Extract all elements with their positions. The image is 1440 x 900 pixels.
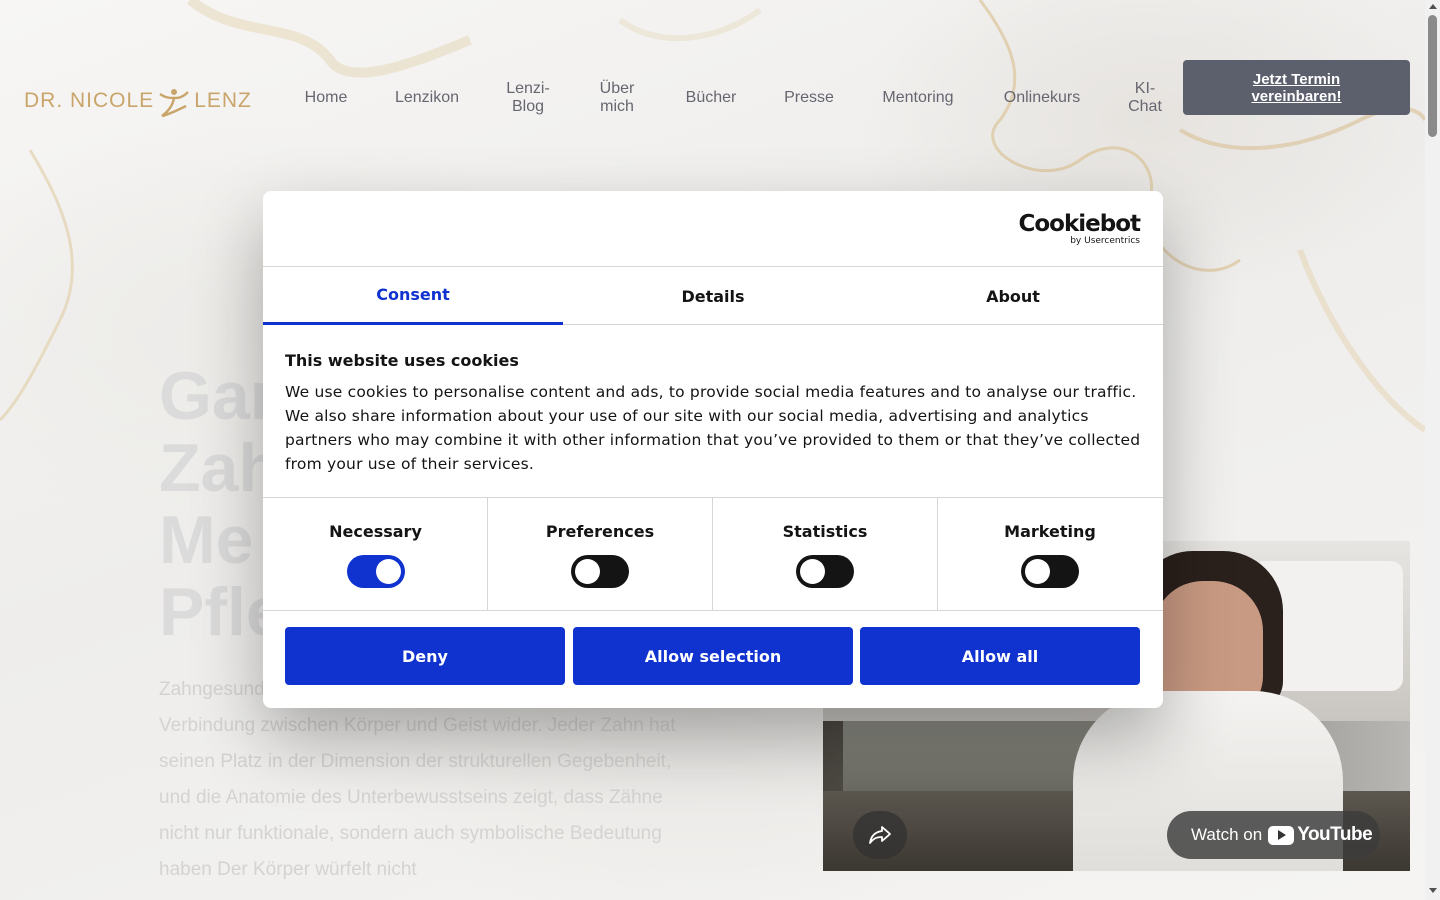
logo-text-right: LENZ bbox=[194, 89, 252, 112]
nav-onlinekurs[interactable]: Onlinekurs bbox=[992, 80, 1092, 116]
toggle-statistics-group: Statistics bbox=[712, 498, 937, 610]
share-icon bbox=[869, 826, 891, 844]
switch-knob bbox=[575, 559, 600, 584]
site-logo[interactable]: DR. NICOLE LENZ bbox=[24, 84, 252, 118]
nav-lenzi-blog[interactable]: Lenzi-Blog bbox=[496, 80, 560, 116]
allow-all-button[interactable]: Allow all bbox=[860, 627, 1140, 685]
toggle-preferences-label: Preferences bbox=[545, 522, 655, 541]
cookie-category-toggles: Necessary Preferences Statistics Marketi… bbox=[263, 498, 1163, 611]
nav-ki-chat[interactable]: KI-Chat bbox=[1120, 80, 1170, 116]
page-scrollbar[interactable] bbox=[1425, 0, 1440, 900]
deny-button[interactable]: Deny bbox=[285, 627, 565, 685]
scroll-thumb[interactable] bbox=[1428, 15, 1437, 137]
cookie-actions: Deny Allow selection Allow all bbox=[263, 611, 1163, 707]
tab-details[interactable]: Details bbox=[563, 267, 863, 325]
logo-figure-icon bbox=[159, 89, 190, 118]
nav-ueber-mich[interactable]: Über mich bbox=[584, 80, 650, 116]
toggle-marketing-label: Marketing bbox=[1004, 522, 1096, 541]
watch-on-youtube-button[interactable]: Watch on YouTube bbox=[1167, 811, 1380, 859]
watch-on-label: Watch on bbox=[1191, 825, 1263, 844]
toggle-marketing-group: Marketing bbox=[937, 498, 1162, 610]
logo-text-left: DR. NICOLE bbox=[24, 89, 155, 112]
scroll-up-arrow-icon[interactable] bbox=[1429, 4, 1437, 9]
youtube-label: YouTube bbox=[1297, 824, 1373, 845]
toggle-statistics-label: Statistics bbox=[782, 522, 868, 541]
switch-knob bbox=[375, 559, 401, 584]
youtube-logo: YouTube bbox=[1268, 824, 1373, 846]
nav-buecher[interactable]: Bücher bbox=[674, 80, 748, 116]
scroll-down-arrow-icon[interactable] bbox=[1429, 888, 1437, 893]
youtube-play-icon bbox=[1268, 825, 1295, 845]
toggle-necessary-label: Necessary bbox=[329, 522, 422, 541]
cookiebot-brand-sub: by Usercentrics bbox=[1070, 236, 1140, 246]
toggle-marketing-switch[interactable] bbox=[1021, 555, 1079, 588]
switch-knob bbox=[1025, 559, 1050, 584]
cookie-dialog-header: Cookiebot by Usercentrics bbox=[263, 191, 1163, 267]
tab-about[interactable]: About bbox=[863, 267, 1163, 325]
cookie-tabs: Consent Details About bbox=[263, 267, 1163, 325]
cookie-consent-dialog: Cookiebot by Usercentrics Consent Detail… bbox=[263, 191, 1163, 708]
toggle-necessary-switch[interactable] bbox=[346, 555, 405, 588]
nav-presse[interactable]: Presse bbox=[774, 80, 844, 116]
share-button[interactable] bbox=[853, 811, 907, 859]
nav-mentoring[interactable]: Mentoring bbox=[868, 80, 968, 116]
cookie-dialog-body: This website uses cookies We use cookies… bbox=[263, 325, 1163, 498]
toggle-necessary-group: Necessary bbox=[263, 498, 488, 610]
toggle-preferences-switch[interactable] bbox=[571, 555, 629, 588]
switch-knob bbox=[800, 559, 825, 584]
tab-consent[interactable]: Consent bbox=[263, 267, 563, 325]
allow-selection-button[interactable]: Allow selection bbox=[573, 627, 853, 685]
cookiebot-logo: Cookiebot by Usercentrics bbox=[1018, 211, 1141, 246]
cookiebot-brand: Cookiebot bbox=[1018, 211, 1141, 237]
cookie-dialog-title: This website uses cookies bbox=[285, 351, 519, 370]
appointment-button[interactable]: Jetzt Termin vereinbaren! bbox=[1183, 60, 1410, 115]
cookie-dialog-text: We use cookies to personalise content an… bbox=[285, 383, 1141, 473]
nav-home[interactable]: Home bbox=[282, 80, 370, 116]
toggle-preferences-group: Preferences bbox=[487, 498, 712, 610]
nav-lenzikon[interactable]: Lenzikon bbox=[380, 80, 474, 116]
toggle-statistics-switch[interactable] bbox=[796, 555, 854, 588]
